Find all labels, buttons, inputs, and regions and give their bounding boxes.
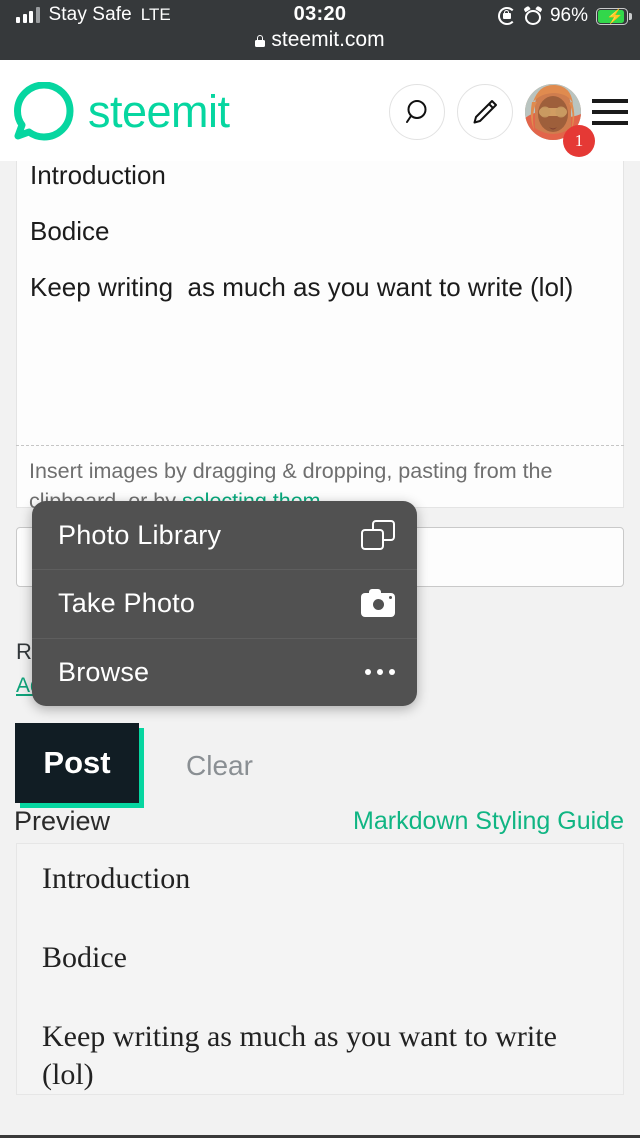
editor-line: Keep writing as much as you want to writ… <box>30 272 574 302</box>
mobile-browser-screen: Stay Safe LTE 03:20 96% ⚡ steemit.com st… <box>0 0 640 1138</box>
search-button[interactable] <box>389 84 445 140</box>
notification-badge[interactable]: 1 <box>563 125 595 157</box>
markdown-styling-guide-link[interactable]: Markdown Styling Guide <box>353 807 624 836</box>
address-bar-label[interactable]: steemit.com <box>0 28 640 52</box>
preview-paragraph: Keep writing as much as you want to writ… <box>42 1020 557 1091</box>
site-domain: steemit.com <box>271 28 385 51</box>
menu-item-take-photo[interactable]: Take Photo <box>32 569 417 637</box>
clear-button[interactable]: Clear <box>186 750 253 782</box>
editor-content: Introduction Bodice Keep writing as much… <box>30 161 610 315</box>
preview-content: Introduction Bodice Keep writing as much… <box>42 860 602 1094</box>
hamburger-icon[interactable] <box>592 99 628 125</box>
rotation-lock-icon <box>497 7 516 25</box>
ios-status-bar: Stay Safe LTE 03:20 96% ⚡ steemit.com <box>0 0 640 60</box>
ios-file-picker-menu[interactable]: Photo Library Take Photo Browse <box>32 501 417 706</box>
steemit-logo-icon <box>14 82 74 141</box>
editor-divider <box>16 445 624 446</box>
photo-library-icon <box>361 520 395 551</box>
brand-logo[interactable]: steemit <box>14 82 230 142</box>
preview-panel: Introduction Bodice Keep writing as much… <box>16 843 624 1095</box>
post-editor-page: Introduction Bodice Keep writing as much… <box>0 161 640 1138</box>
ellipsis-icon <box>361 657 395 687</box>
menu-item-label: Take Photo <box>58 588 196 619</box>
battery-percent-label: 96% <box>549 5 588 26</box>
preview-paragraph: Bodice <box>42 941 127 974</box>
menu-item-photo-library[interactable]: Photo Library <box>32 501 417 569</box>
editor-line: Bodice <box>30 216 110 246</box>
lock-icon <box>255 35 266 47</box>
editor-line: Introduction <box>30 161 166 190</box>
alarm-clock-icon <box>523 5 543 25</box>
menu-item-label: Photo Library <box>58 519 222 550</box>
menu-item-label: Browse <box>58 656 150 687</box>
search-icon <box>406 100 427 123</box>
site-header: steemit 1 <box>0 60 640 161</box>
camera-icon <box>361 588 395 619</box>
preview-paragraph: Introduction <box>42 862 191 895</box>
post-button[interactable]: Post <box>15 723 139 803</box>
pencil-icon <box>473 100 497 124</box>
brand-name: steemit <box>88 86 230 137</box>
battery-charging-icon: ⚡ <box>596 7 632 25</box>
compose-button[interactable] <box>457 84 513 140</box>
preview-heading: Preview <box>14 806 111 836</box>
menu-item-browse[interactable]: Browse <box>32 637 417 706</box>
status-right-group: 96% ⚡ <box>497 5 632 27</box>
